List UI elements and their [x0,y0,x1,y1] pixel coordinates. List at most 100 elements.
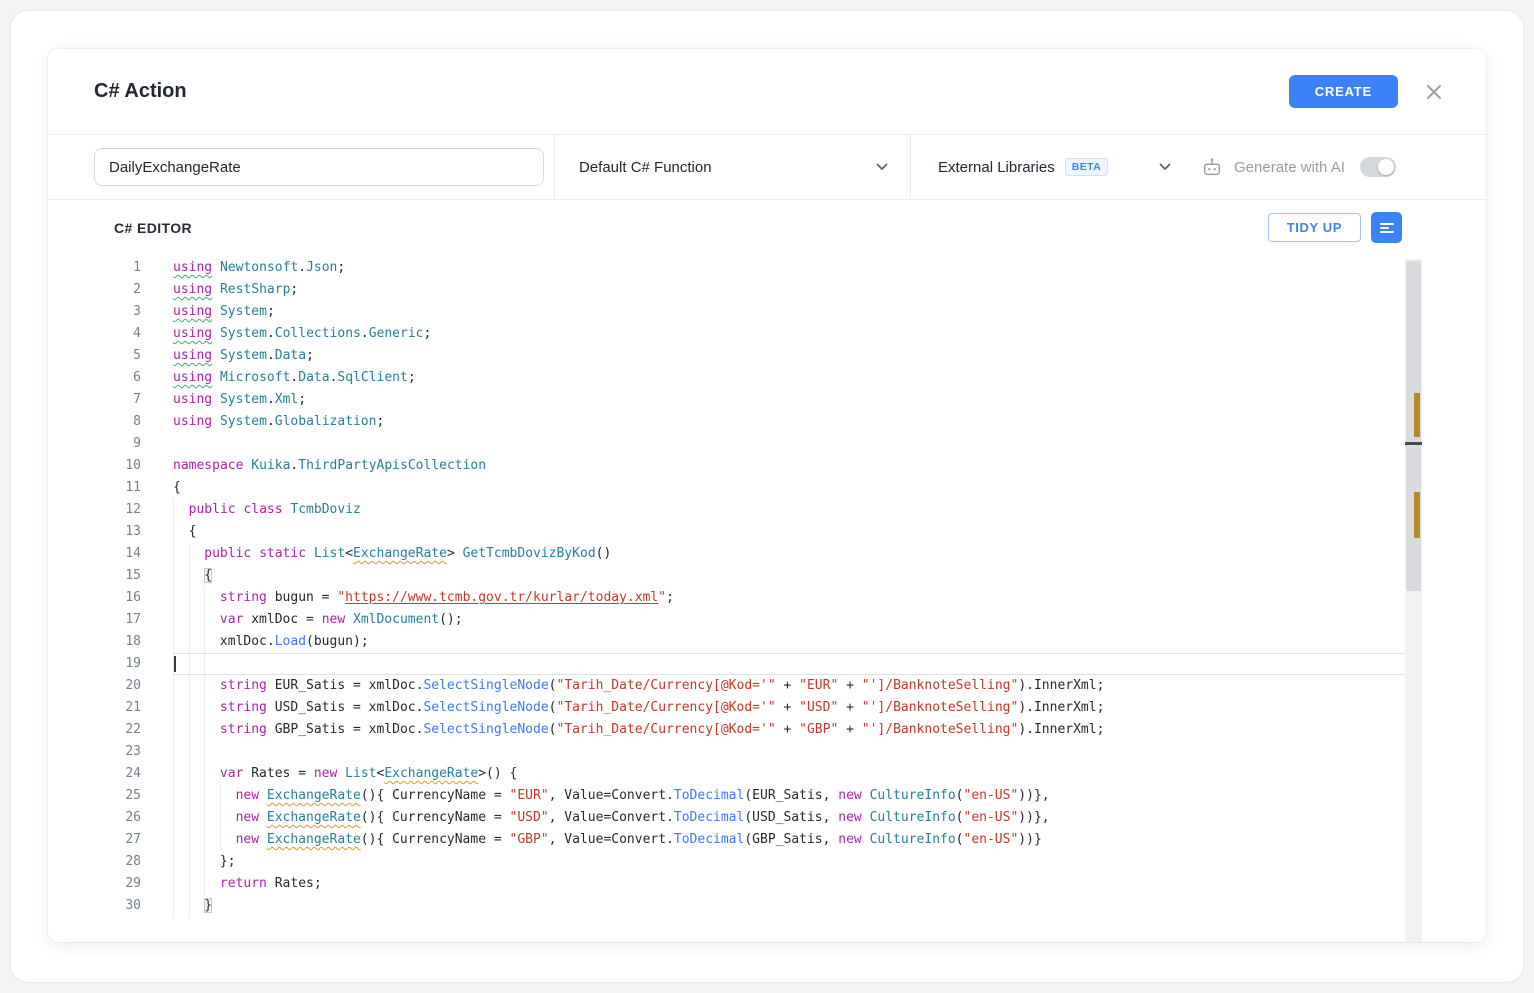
code-token: TcmbDoviz [290,502,361,517]
code-token: . [266,392,275,407]
code-line[interactable]: 4 using System.Collections.Generic; [48,323,1486,345]
code-text: using System.Xml; [173,389,1406,411]
code-line[interactable]: 23 [48,741,1486,763]
code-line[interactable]: 6 using Microsoft.Data.SqlClient; [48,367,1486,389]
code-line[interactable]: 24 var Rates = new List<ExchangeRate>() { [48,763,1486,785]
generate-ai-label: Generate with AI [1234,158,1345,176]
code-line[interactable]: 20 string EUR_Satis = xmlDoc.SelectSingle… [48,675,1486,697]
code-line[interactable]: 13 { [48,521,1486,543]
code-token: "en-US" [963,810,1019,825]
code-text [173,741,1406,763]
code-line[interactable]: 27 new ExchangeRate(){ CurrencyName = "GB… [48,829,1486,851]
code-token: Microsoft [219,370,291,385]
code-token: (); [439,612,463,627]
code-token: ExchangeRate [353,546,447,561]
code-token: new [838,832,862,847]
code-token: ToDecimal [673,788,745,803]
code-text: string bugun = "https://www.tcmb.gov.tr/… [173,587,1406,609]
code-token: . [266,326,275,341]
code-token: new [235,810,260,825]
code-token: USD_Satis = xmlDoc. [266,700,424,715]
code-token: + [838,700,862,715]
code-token: using [173,326,213,341]
code-line[interactable]: 30} [48,895,1486,917]
code-text: public static List<ExchangeRate> GetTcmb… [173,543,1406,565]
code-token: "USD" [509,810,549,825]
code-token: (){ CurrencyName = [360,832,510,847]
editor-header: C# EDITOR TIDY UP [48,200,1486,255]
code-line[interactable]: 10 namespace Kuika.ThirdPartyApisCollecti… [48,455,1486,477]
code-line[interactable]: 22 string GBP_Satis = xmlDoc.SelectSingle… [48,719,1486,741]
indent-guide [204,631,220,653]
code-token: Data [298,370,330,385]
code-text: { [173,521,1406,543]
code-line[interactable]: 8 using System.Globalization; [48,411,1486,433]
code-line[interactable]: 18 xmlDoc.Load(bugun); [48,631,1486,653]
code-line[interactable]: 2 using RestSharp; [48,279,1486,301]
code-line[interactable]: 11 { [48,477,1486,499]
code-token: "']/BanknoteSelling" [861,722,1019,737]
code-token: return [219,876,267,891]
code-editor[interactable]: 1 using Newtonsoft.Json; 2 using RestSharp;… [48,255,1486,942]
code-token: GetTcmbDovizByKod [462,546,596,561]
line-number: 17 [125,612,141,627]
toolbar-divider [910,135,911,199]
code-token: using [173,260,213,275]
code-token: "Tarih_Date/Currency[@Kod='" [556,700,776,715]
code-line[interactable]: 5 using System.Data; [48,345,1486,367]
action-name-input[interactable] [94,148,544,186]
code-line[interactable]: 29 return Rates; [48,873,1486,895]
code-lines: 1 using Newtonsoft.Json; 2 using RestSharp;… [48,255,1486,942]
code-token: , Value=Convert. [548,788,674,803]
create-button[interactable]: CREATE [1288,75,1398,108]
code-token: Newtonsoft [219,260,299,275]
generate-ai-group: Generate with AI [1201,156,1396,178]
code-line[interactable]: 25 new ExchangeRate(){ CurrencyName = "EU… [48,785,1486,807]
code-line[interactable]: 26 new ExchangeRate(){ CurrencyName = "US… [48,807,1486,829]
code-line[interactable]: 17 var xmlDoc = new XmlDocument(); [48,609,1486,631]
code-token: GBP_Satis = xmlDoc. [266,722,424,737]
external-libraries-select[interactable]: External Libraries BETA [924,135,1185,199]
format-code-button[interactable] [1371,212,1402,243]
code-line[interactable]: 16 string bugun = "https://www.tcmb.gov.t… [48,587,1486,609]
code-line[interactable]: 15 { [48,565,1486,587]
code-line[interactable]: 3 using System; [48,301,1486,323]
code-token: using [173,304,213,319]
tidy-up-button[interactable]: TIDY UP [1267,213,1361,242]
editor-title: C# EDITOR [114,219,193,236]
generate-ai-toggle[interactable] [1359,157,1396,177]
indent-guide [173,763,189,785]
code-token: , Value=Convert. [548,832,674,847]
code-line[interactable]: 7 using System.Xml; [48,389,1486,411]
editor-scrollbar[interactable] [1405,259,1422,942]
code-text: string EUR_Satis = xmlDoc.SelectSingleNo… [173,675,1406,697]
code-line[interactable]: 19 [48,653,1486,675]
action-toolbar: Default C# Function External Libraries B… [48,135,1486,200]
code-line[interactable]: 28}; [48,851,1486,873]
chevron-down-icon [876,163,888,170]
code-token: ))}, [1018,810,1050,825]
code-token: new [321,612,346,627]
code-line[interactable]: 12 public class TcmbDoviz [48,499,1486,521]
code-token: ExchangeRate [266,832,361,847]
close-icon[interactable] [1424,82,1444,102]
code-token: CultureInfo [869,788,956,803]
code-token: System [219,304,267,319]
code-line[interactable]: 21 string USD_Satis = xmlDoc.SelectSingle… [48,697,1486,719]
code-line[interactable]: 14 public static List<ExchangeRate> GetTc… [48,543,1486,565]
code-token: > [446,546,463,561]
code-token: System [219,414,267,429]
code-line[interactable]: 1 using Newtonsoft.Json; [48,257,1486,279]
code-token: new [838,788,862,803]
function-type-select[interactable]: Default C# Function [565,135,904,199]
code-token: namespace [173,458,244,473]
indent-guide [188,631,205,653]
code-line[interactable]: 9 [48,433,1486,455]
indent-guide [219,807,236,829]
indent-guide [173,873,189,895]
code-token: ThirdPartyApisCollection [298,458,487,473]
